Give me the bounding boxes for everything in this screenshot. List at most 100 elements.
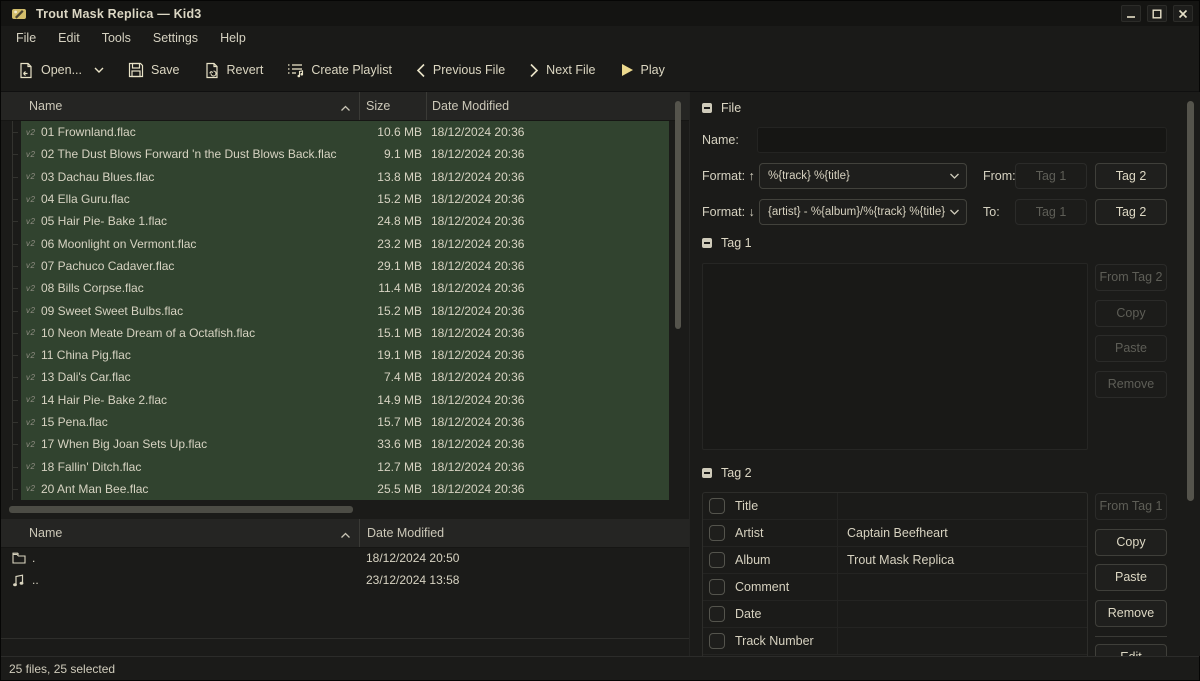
menu-item[interactable]: Tools bbox=[91, 28, 142, 48]
menu-item[interactable]: Edit bbox=[47, 28, 91, 48]
field-checkbox[interactable] bbox=[709, 552, 725, 568]
edit-button[interactable]: Edit bbox=[1095, 644, 1167, 656]
tag2-action-button[interactable]: Paste bbox=[1095, 564, 1167, 591]
play-button[interactable]: Play bbox=[611, 58, 674, 82]
tag1-action-button[interactable]: From Tag 2 bbox=[1095, 264, 1167, 291]
file-row[interactable]: v2 08 Bills Corpse.flac 11.4 MB 18/12/20… bbox=[1, 277, 669, 299]
file-row[interactable]: v2 09 Sweet Sweet Bulbs.flac 15.2 MB 18/… bbox=[1, 299, 669, 321]
file-row[interactable]: v2 01 Frownland.flac 10.6 MB 18/12/2024 … bbox=[1, 121, 669, 143]
tag-v2-icon: v2 bbox=[26, 418, 41, 427]
tag2-action-button[interactable]: Copy bbox=[1095, 529, 1167, 556]
to-tag2-button[interactable]: Tag 2 bbox=[1095, 199, 1167, 225]
file-row[interactable]: v2 04 Ella Guru.flac 15.2 MB 18/12/2024 … bbox=[1, 188, 669, 210]
folder-row[interactable]: . 18/12/2024 20:50 bbox=[1, 547, 689, 569]
file-list-vertical-scrollbar[interactable] bbox=[675, 101, 681, 329]
field-value[interactable] bbox=[837, 628, 1087, 654]
close-button[interactable] bbox=[1173, 5, 1193, 22]
tree-branch bbox=[1, 255, 21, 277]
field-checkbox[interactable] bbox=[709, 525, 725, 541]
file-list-horizontal-scrollbar[interactable] bbox=[9, 506, 353, 513]
collapse-icon[interactable] bbox=[702, 468, 712, 478]
next-file-button[interactable]: Next File bbox=[520, 58, 604, 83]
column-header-size[interactable]: Size bbox=[359, 92, 426, 120]
statusbar: 25 files, 25 selected bbox=[1, 656, 1199, 680]
tree-branch bbox=[1, 277, 21, 299]
folder-row[interactable]: .. 23/12/2024 13:58 bbox=[1, 569, 689, 591]
minimize-button[interactable] bbox=[1121, 5, 1141, 22]
file-row[interactable]: v2 17 When Big Joan Sets Up.flac 33.6 MB… bbox=[1, 433, 669, 455]
file-name: 09 Sweet Sweet Bulbs.flac bbox=[41, 304, 183, 318]
revert-label: Revert bbox=[227, 63, 264, 77]
file-row[interactable]: v2 15 Pena.flac 15.7 MB 18/12/2024 20:36 bbox=[1, 411, 669, 433]
tag1-fields-area[interactable] bbox=[702, 263, 1088, 450]
file-date: 18/12/2024 20:36 bbox=[426, 366, 669, 388]
file-row[interactable]: v2 10 Neon Meate Dream of a Octafish.fla… bbox=[1, 322, 669, 344]
save-button[interactable]: Save bbox=[119, 57, 189, 83]
file-row[interactable]: v2 06 Moonlight on Vermont.flac 23.2 MB … bbox=[1, 232, 669, 254]
field-checkbox[interactable] bbox=[709, 606, 725, 622]
column-header-date[interactable]: Date Modified bbox=[426, 92, 689, 120]
maximize-button[interactable] bbox=[1147, 5, 1167, 22]
format-to-combobox[interactable]: {artist} - %{album}/%{track} %{title} bbox=[759, 199, 967, 225]
music-note-icon bbox=[12, 574, 28, 587]
tree-branch bbox=[1, 188, 21, 210]
open-button[interactable]: Open... bbox=[9, 57, 91, 84]
titlebar[interactable]: Trout Mask Replica — Kid3 bbox=[1, 1, 1199, 26]
open-dropdown-button[interactable] bbox=[87, 61, 111, 79]
tag-v2-icon: v2 bbox=[26, 128, 41, 137]
tag2-action-button[interactable]: Remove bbox=[1095, 600, 1167, 627]
filename-input[interactable] bbox=[757, 127, 1167, 153]
tree-branch bbox=[1, 366, 21, 388]
file-date: 18/12/2024 20:36 bbox=[426, 344, 669, 366]
tag2-field-row: Date bbox=[703, 601, 1087, 628]
field-checkbox[interactable] bbox=[709, 498, 725, 514]
file-name: 08 Bills Corpse.flac bbox=[41, 281, 144, 295]
file-row[interactable]: v2 03 Dachau Blues.flac 13.8 MB 18/12/20… bbox=[1, 166, 669, 188]
sort-ascending-icon bbox=[340, 528, 351, 542]
menu-item[interactable]: Help bbox=[209, 28, 257, 48]
file-row[interactable]: v2 07 Pachuco Cadaver.flac 29.1 MB 18/12… bbox=[1, 255, 669, 277]
file-row[interactable]: v2 05 Hair Pie- Bake 1.flac 24.8 MB 18/1… bbox=[1, 210, 669, 232]
file-row[interactable]: v2 14 Hair Pie- Bake 2.flac 14.9 MB 18/1… bbox=[1, 389, 669, 411]
file-date: 18/12/2024 20:36 bbox=[426, 210, 669, 232]
folder-icon bbox=[12, 552, 28, 564]
folder-column-header-name[interactable]: Name bbox=[1, 519, 359, 547]
file-table-header: Name Size Date Modified bbox=[1, 92, 689, 121]
folder-column-header-date[interactable]: Date Modified bbox=[359, 519, 689, 547]
tag-panel-vertical-scrollbar[interactable] bbox=[1187, 101, 1194, 501]
file-size: 33.6 MB bbox=[359, 433, 426, 455]
file-row[interactable]: v2 02 The Dust Blows Forward 'n the Dust… bbox=[1, 143, 669, 165]
create-playlist-button[interactable]: Create Playlist bbox=[278, 57, 401, 83]
tag1-action-button[interactable]: Paste bbox=[1095, 335, 1167, 362]
tag1-action-button[interactable]: Remove bbox=[1095, 371, 1167, 398]
status-text: 25 files, 25 selected bbox=[9, 662, 115, 676]
tree-branch bbox=[1, 121, 21, 143]
field-checkbox[interactable] bbox=[709, 633, 725, 649]
file-date: 18/12/2024 20:36 bbox=[426, 121, 669, 143]
file-row[interactable]: v2 18 Fallin' Ditch.flac 12.7 MB 18/12/2… bbox=[1, 455, 669, 477]
file-row[interactable]: v2 20 Ant Man Bee.flac 25.5 MB 18/12/202… bbox=[1, 478, 669, 500]
tag-v2-icon: v2 bbox=[26, 328, 41, 337]
menu-item[interactable]: Settings bbox=[142, 28, 209, 48]
from-tag1-button[interactable]: Tag 1 bbox=[1015, 163, 1087, 189]
field-value[interactable] bbox=[837, 574, 1087, 600]
field-value[interactable]: Trout Mask Replica bbox=[837, 547, 1087, 573]
revert-button[interactable]: Revert bbox=[195, 57, 273, 84]
from-tag2-button[interactable]: Tag 2 bbox=[1095, 163, 1167, 189]
field-checkbox[interactable] bbox=[709, 579, 725, 595]
previous-file-button[interactable]: Previous File bbox=[407, 58, 514, 83]
format-from-combobox[interactable]: %{track} %{title} bbox=[759, 163, 967, 189]
file-row[interactable]: v2 11 China Pig.flac 19.1 MB 18/12/2024 … bbox=[1, 344, 669, 366]
collapse-icon[interactable] bbox=[702, 238, 712, 248]
field-value[interactable] bbox=[837, 601, 1087, 627]
tag2-action-button[interactable]: From Tag 1 bbox=[1095, 493, 1167, 520]
tag1-action-button[interactable]: Copy bbox=[1095, 300, 1167, 327]
file-row[interactable]: v2 13 Dali's Car.flac 7.4 MB 18/12/2024 … bbox=[1, 366, 669, 388]
collapse-icon[interactable] bbox=[702, 103, 712, 113]
column-header-name[interactable]: Name bbox=[1, 92, 359, 120]
field-value[interactable]: Captain Beefheart bbox=[837, 520, 1087, 546]
tag-v2-icon: v2 bbox=[26, 440, 41, 449]
field-value[interactable] bbox=[837, 493, 1087, 519]
to-tag1-button[interactable]: Tag 1 bbox=[1015, 199, 1087, 225]
menu-item[interactable]: File bbox=[5, 28, 47, 48]
